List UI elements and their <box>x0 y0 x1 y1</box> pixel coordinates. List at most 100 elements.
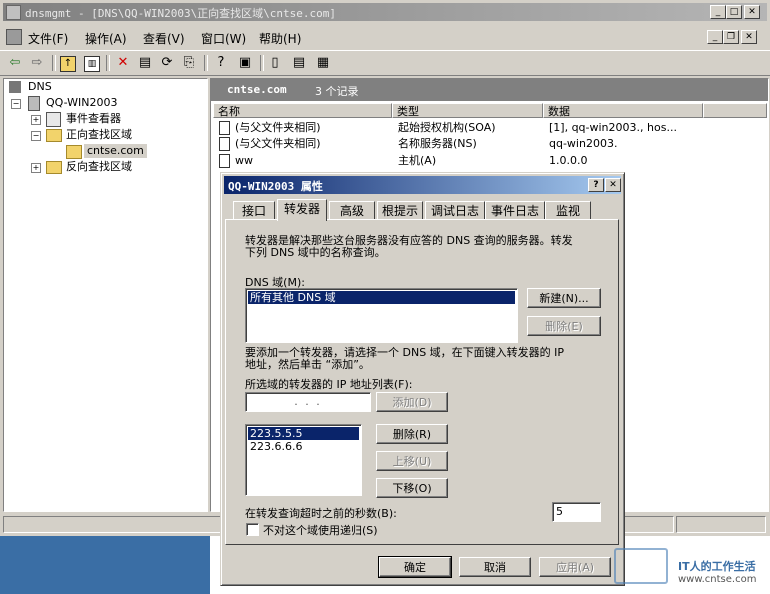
server-icon <box>28 96 40 111</box>
delete-domain-button[interactable]: 删除(E) <box>527 316 601 336</box>
title-bar[interactable]: dnsmgmt - [DNS\QQ-WIN2003\正向查找区域\cntse.c… <box>3 3 767 21</box>
forwarder-ip-list[interactable]: 223.5.5.5 223.6.6.6 <box>245 424 362 496</box>
add-instruction-line-2: 地址，然后单击 “添加”。 <box>245 358 370 371</box>
toolbar-separator <box>106 55 110 71</box>
app-icon <box>6 5 21 20</box>
toolbar: ⇦ ⇨ ↑ ▥ ✕ ▤ ⟳ ⎘ ? ▣ ▯ ▤ ▦ <box>0 50 770 76</box>
record-data: 1.0.0.0 <box>549 154 588 167</box>
expand-events-icon[interactable]: + <box>31 115 41 125</box>
column-header-blank <box>703 103 767 118</box>
child-minimize-button[interactable]: _ <box>707 30 723 44</box>
up-folder-icon[interactable]: ↑ <box>60 56 76 72</box>
tree-item-event-viewer[interactable]: 事件查看器 <box>66 112 121 126</box>
menu-window[interactable]: 窗口(W) <box>201 30 246 47</box>
move-up-button[interactable]: 上移(U) <box>376 451 448 471</box>
forwarder-ip-item[interactable]: 223.6.6.6 <box>248 440 304 453</box>
reverse-folder-icon <box>46 161 62 174</box>
monitor-logo-icon <box>614 548 668 584</box>
status-field-3 <box>676 516 766 533</box>
watermark: IT人的工作生活 www.cntse.com <box>612 548 770 594</box>
tab-forwarders[interactable]: 转发器 <box>277 199 327 221</box>
tree-item-server[interactable]: QQ-WIN2003 <box>46 96 118 110</box>
column-header-name[interactable]: 名称 <box>213 103 392 118</box>
tree-item-forward-zones[interactable]: 正向查找区域 <box>66 128 132 142</box>
no-recursion-label: 不对这个域使用递归(S) <box>263 524 378 537</box>
remove-forwarder-button[interactable]: 删除(R) <box>376 424 448 444</box>
dialog-title: QQ-WIN2003 属性 <box>228 180 323 193</box>
dns-domain-item[interactable]: 所有其他 DNS 域 <box>248 291 515 304</box>
toolbar-separator <box>260 55 264 71</box>
minimize-button[interactable]: _ <box>710 5 726 19</box>
collapse-forward-icon[interactable]: − <box>31 131 41 141</box>
ip-list-label: 所选域的转发器的 IP 地址列表(F): <box>245 378 413 391</box>
collapse-server-icon[interactable]: − <box>11 99 21 109</box>
zone-header: cntse.com 3 个记录 <box>211 79 768 101</box>
taskbar-block <box>0 536 210 594</box>
menu-help[interactable]: 帮助(H) <box>259 30 301 47</box>
tree-pane[interactable]: DNS − QQ-WIN2003 + 事件查看器 − 正向查找区域 cntse.… <box>3 78 208 512</box>
tab-advanced[interactable]: 高级 <box>329 201 375 220</box>
ip-address-input[interactable]: . . . <box>245 392 371 412</box>
menu-view[interactable]: 查看(V) <box>143 30 185 47</box>
maximize-button[interactable]: □ <box>726 5 742 19</box>
description-line-2: 下列 DNS 域中的名称查询。 <box>245 246 386 259</box>
server-icon[interactable]: ▯ <box>266 54 284 72</box>
dialog-help-button[interactable]: ? <box>588 178 604 192</box>
records-icon[interactable]: ▦ <box>314 54 332 72</box>
cancel-button[interactable]: 取消 <box>459 557 531 577</box>
ok-button[interactable]: 确定 <box>378 556 452 578</box>
column-header-data[interactable]: 数据 <box>543 103 703 118</box>
apply-button[interactable]: 应用(A) <box>539 557 611 577</box>
tab-event-logging[interactable]: 事件日志 <box>485 201 545 220</box>
move-down-button[interactable]: 下移(O) <box>376 478 448 498</box>
record-name[interactable]: ww <box>235 153 253 169</box>
properties-dialog: QQ-WIN2003 属性 ? ✕ 接口 转发器 高级 根提示 调试日志 事件日… <box>220 172 625 586</box>
back-arrow-icon[interactable]: ⇦ <box>6 54 24 72</box>
refresh-icon[interactable]: ⟳ <box>158 54 176 72</box>
show-tree-icon[interactable]: ▥ <box>84 56 100 72</box>
no-recursion-checkbox[interactable] <box>246 523 259 536</box>
tree-item-zone[interactable]: cntse.com <box>84 144 147 158</box>
add-forwarder-button[interactable]: 添加(D) <box>376 392 448 412</box>
forwarder-ip-item[interactable]: 223.5.5.5 <box>248 427 359 440</box>
expand-reverse-icon[interactable]: + <box>31 163 41 173</box>
dialog-title-bar[interactable]: QQ-WIN2003 属性 ? ✕ <box>224 176 621 194</box>
close-button[interactable]: ✕ <box>744 5 760 19</box>
mmc-icon <box>6 29 22 45</box>
watermark-title: IT人的工作生活 <box>678 560 756 573</box>
tab-root-hints[interactable]: 根提示 <box>377 201 423 220</box>
tree-item-dns[interactable]: DNS <box>28 80 52 94</box>
record-data: [1], qq-win2003., hos... <box>549 121 677 134</box>
properties-icon[interactable]: ▤ <box>136 54 154 72</box>
console-icon[interactable]: ▣ <box>236 54 254 72</box>
record-name[interactable]: (与父文件夹相同) <box>235 136 321 152</box>
menu-file[interactable]: 文件(F) <box>28 30 68 47</box>
forward-arrow-icon[interactable]: ⇨ <box>28 54 46 72</box>
menu-action[interactable]: 操作(A) <box>85 30 127 47</box>
menu-bar: 文件(F) 操作(A) 查看(V) 窗口(W) 帮助(H) _ ❐ ✕ <box>0 27 770 47</box>
column-header-type[interactable]: 类型 <box>392 103 543 118</box>
record-name[interactable]: (与父文件夹相同) <box>235 120 321 136</box>
record-data: qq-win2003. <box>549 137 618 150</box>
event-viewer-icon <box>46 112 61 127</box>
help-icon[interactable]: ? <box>212 54 230 72</box>
tab-interfaces[interactable]: 接口 <box>233 201 275 220</box>
tab-monitoring[interactable]: 监视 <box>545 201 591 220</box>
child-restore-button[interactable]: ❐ <box>723 30 739 44</box>
dns-domain-list[interactable]: 所有其他 DNS 域 <box>245 288 518 343</box>
new-domain-button[interactable]: 新建(N)... <box>527 288 601 308</box>
forward-folder-icon <box>46 129 62 142</box>
dialog-close-button[interactable]: ✕ <box>605 178 621 192</box>
zone-header-name: cntse.com <box>227 83 287 96</box>
child-close-button[interactable]: ✕ <box>741 30 757 44</box>
tree-item-reverse-zones[interactable]: 反向查找区域 <box>66 160 132 174</box>
delete-icon[interactable]: ✕ <box>114 54 132 72</box>
record-icon[interactable]: ▤ <box>290 54 308 72</box>
window-title: dnsmgmt - [DNS\QQ-WIN2003\正向查找区域\cntse.c… <box>25 7 337 20</box>
export-icon[interactable]: ⎘ <box>180 54 198 72</box>
record-type: 主机(A) <box>398 154 437 167</box>
tab-debug-logging[interactable]: 调试日志 <box>425 201 485 220</box>
timeout-input[interactable]: 5 <box>552 502 601 522</box>
timeout-label: 在转发查询超时之前的秒数(B): <box>245 507 397 520</box>
record-icon <box>219 154 230 168</box>
